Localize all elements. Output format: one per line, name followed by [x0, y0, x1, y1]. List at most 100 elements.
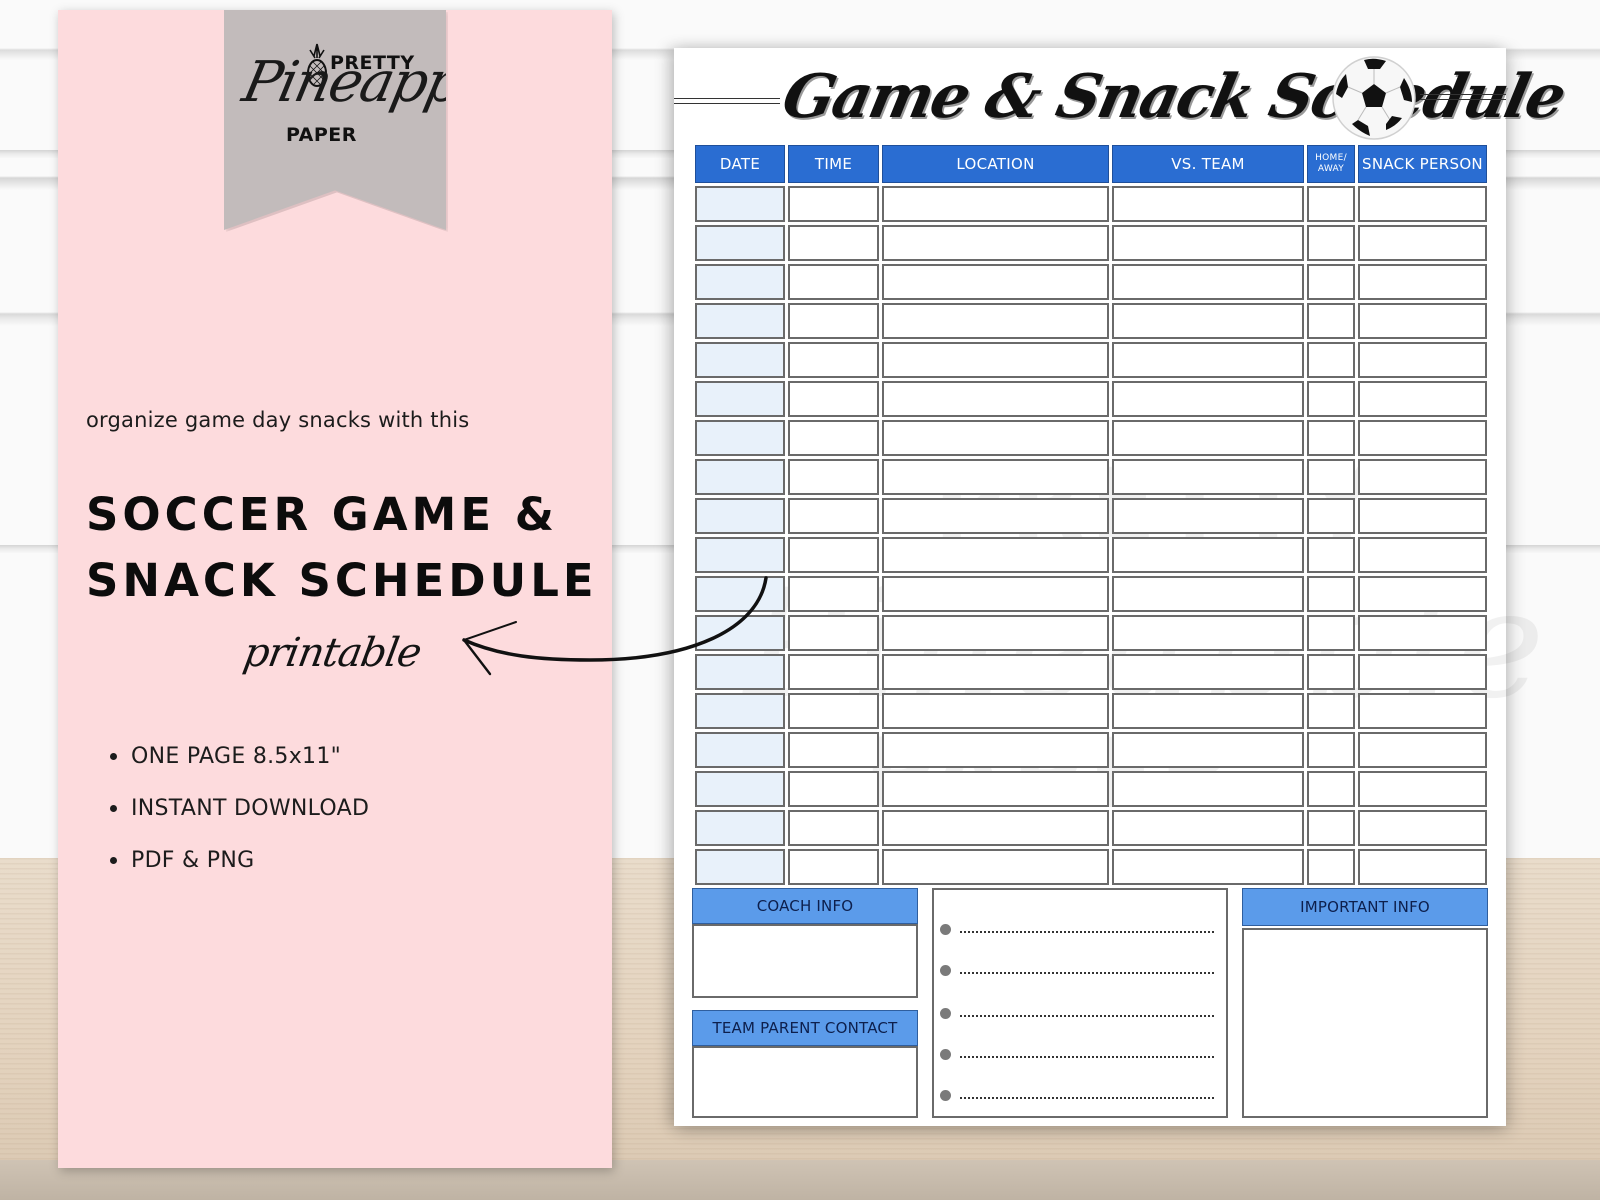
- cell-date[interactable]: [695, 303, 785, 339]
- cell-date[interactable]: [695, 264, 785, 300]
- cell-snack-person[interactable]: [1358, 576, 1487, 612]
- cell-time[interactable]: [788, 381, 879, 417]
- cell-vs-team[interactable]: [1112, 849, 1304, 885]
- note-line[interactable]: [934, 1008, 1226, 1022]
- cell-home-away[interactable]: [1307, 381, 1355, 417]
- cell-location[interactable]: [882, 264, 1109, 300]
- cell-location[interactable]: [882, 537, 1109, 573]
- cell-location[interactable]: [882, 732, 1109, 768]
- cell-date[interactable]: [695, 771, 785, 807]
- cell-location[interactable]: [882, 654, 1109, 690]
- cell-time[interactable]: [788, 225, 879, 261]
- cell-time[interactable]: [788, 810, 879, 846]
- cell-vs-team[interactable]: [1112, 810, 1304, 846]
- cell-location[interactable]: [882, 615, 1109, 651]
- cell-snack-person[interactable]: [1358, 615, 1487, 651]
- cell-snack-person[interactable]: [1358, 186, 1487, 222]
- cell-time[interactable]: [788, 693, 879, 729]
- cell-date[interactable]: [695, 732, 785, 768]
- cell-home-away[interactable]: [1307, 498, 1355, 534]
- cell-location[interactable]: [882, 693, 1109, 729]
- cell-location[interactable]: [882, 771, 1109, 807]
- cell-location[interactable]: [882, 342, 1109, 378]
- cell-vs-team[interactable]: [1112, 654, 1304, 690]
- cell-date[interactable]: [695, 537, 785, 573]
- cell-snack-person[interactable]: [1358, 849, 1487, 885]
- team-parent-contact-box[interactable]: [692, 1046, 918, 1118]
- cell-time[interactable]: [788, 537, 879, 573]
- cell-snack-person[interactable]: [1358, 342, 1487, 378]
- cell-vs-team[interactable]: [1112, 225, 1304, 261]
- cell-home-away[interactable]: [1307, 732, 1355, 768]
- cell-date[interactable]: [695, 576, 785, 612]
- cell-time[interactable]: [788, 849, 879, 885]
- cell-home-away[interactable]: [1307, 810, 1355, 846]
- cell-date[interactable]: [695, 225, 785, 261]
- cell-time[interactable]: [788, 303, 879, 339]
- cell-date[interactable]: [695, 654, 785, 690]
- cell-time[interactable]: [788, 186, 879, 222]
- note-line[interactable]: [934, 1049, 1226, 1063]
- cell-home-away[interactable]: [1307, 654, 1355, 690]
- cell-snack-person[interactable]: [1358, 420, 1487, 456]
- cell-snack-person[interactable]: [1358, 303, 1487, 339]
- cell-time[interactable]: [788, 654, 879, 690]
- cell-vs-team[interactable]: [1112, 498, 1304, 534]
- cell-home-away[interactable]: [1307, 615, 1355, 651]
- cell-time[interactable]: [788, 576, 879, 612]
- cell-date[interactable]: [695, 459, 785, 495]
- cell-home-away[interactable]: [1307, 303, 1355, 339]
- cell-home-away[interactable]: [1307, 576, 1355, 612]
- cell-home-away[interactable]: [1307, 420, 1355, 456]
- cell-time[interactable]: [788, 498, 879, 534]
- cell-location[interactable]: [882, 849, 1109, 885]
- cell-snack-person[interactable]: [1358, 654, 1487, 690]
- cell-date[interactable]: [695, 420, 785, 456]
- note-line[interactable]: [934, 965, 1226, 979]
- cell-vs-team[interactable]: [1112, 771, 1304, 807]
- cell-home-away[interactable]: [1307, 771, 1355, 807]
- cell-snack-person[interactable]: [1358, 381, 1487, 417]
- cell-location[interactable]: [882, 420, 1109, 456]
- cell-snack-person[interactable]: [1358, 264, 1487, 300]
- cell-location[interactable]: [882, 186, 1109, 222]
- cell-location[interactable]: [882, 459, 1109, 495]
- cell-vs-team[interactable]: [1112, 537, 1304, 573]
- cell-home-away[interactable]: [1307, 849, 1355, 885]
- cell-time[interactable]: [788, 732, 879, 768]
- cell-vs-team[interactable]: [1112, 420, 1304, 456]
- cell-vs-team[interactable]: [1112, 303, 1304, 339]
- cell-date[interactable]: [695, 849, 785, 885]
- cell-date[interactable]: [695, 342, 785, 378]
- cell-date[interactable]: [695, 810, 785, 846]
- cell-date[interactable]: [695, 381, 785, 417]
- cell-time[interactable]: [788, 771, 879, 807]
- cell-vs-team[interactable]: [1112, 576, 1304, 612]
- cell-vs-team[interactable]: [1112, 732, 1304, 768]
- cell-vs-team[interactable]: [1112, 342, 1304, 378]
- cell-home-away[interactable]: [1307, 186, 1355, 222]
- cell-home-away[interactable]: [1307, 459, 1355, 495]
- note-line[interactable]: [934, 924, 1226, 938]
- cell-home-away[interactable]: [1307, 693, 1355, 729]
- cell-home-away[interactable]: [1307, 264, 1355, 300]
- cell-snack-person[interactable]: [1358, 459, 1487, 495]
- cell-date[interactable]: [695, 693, 785, 729]
- cell-location[interactable]: [882, 381, 1109, 417]
- cell-vs-team[interactable]: [1112, 381, 1304, 417]
- cell-home-away[interactable]: [1307, 537, 1355, 573]
- cell-location[interactable]: [882, 498, 1109, 534]
- cell-home-away[interactable]: [1307, 342, 1355, 378]
- cell-vs-team[interactable]: [1112, 186, 1304, 222]
- important-info-box[interactable]: [1242, 928, 1488, 1118]
- cell-snack-person[interactable]: [1358, 810, 1487, 846]
- cell-time[interactable]: [788, 615, 879, 651]
- cell-vs-team[interactable]: [1112, 693, 1304, 729]
- cell-vs-team[interactable]: [1112, 615, 1304, 651]
- cell-snack-person[interactable]: [1358, 225, 1487, 261]
- cell-snack-person[interactable]: [1358, 732, 1487, 768]
- cell-date[interactable]: [695, 498, 785, 534]
- cell-home-away[interactable]: [1307, 225, 1355, 261]
- cell-snack-person[interactable]: [1358, 498, 1487, 534]
- cell-location[interactable]: [882, 225, 1109, 261]
